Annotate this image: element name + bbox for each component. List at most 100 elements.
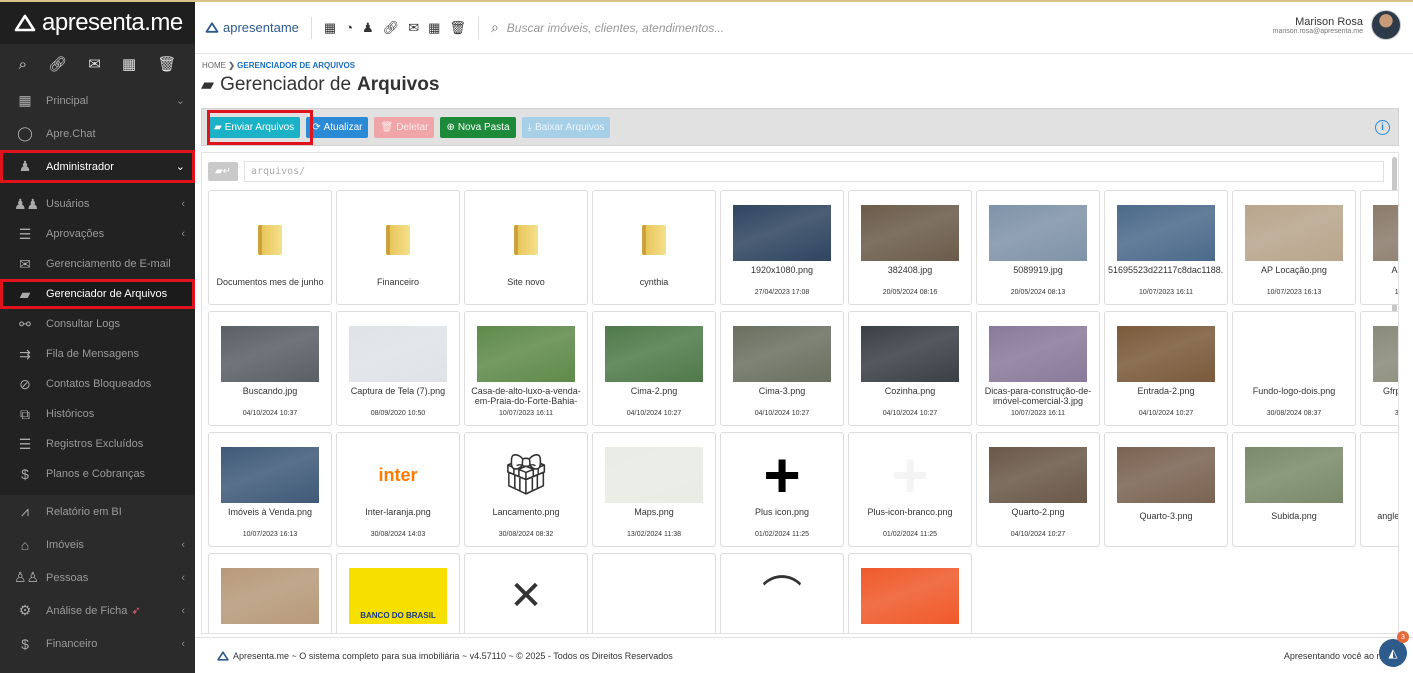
sidebar-item-usuarios[interactable]: ♟♟ Usuários ‹ (0, 189, 195, 219)
file-tile[interactable]: Entrada-2.png 04/10/2024 10:27 (1104, 311, 1228, 426)
brand-logo[interactable]: apresenta.me (0, 0, 195, 44)
file-tile[interactable]: inter Inter-laranja.png 30/08/2024 14:03 (336, 432, 460, 547)
file-tile[interactable]: GfrpVrxxWumM.jpg 30/08/2024 08:30 (1360, 311, 1399, 426)
folder-tile[interactable]: Site novo (464, 190, 588, 305)
file-tile[interactable]: 5089919.jpg 20/05/2024 08:13 (976, 190, 1100, 305)
file-tile[interactable]: AP Locação.png 10/07/2023 16:13 (1232, 190, 1356, 305)
avatar[interactable] (1371, 10, 1401, 40)
folder-icon: ▰ (19, 285, 31, 302)
file-tile[interactable]: Buscando.jpg 04/10/2024 10:37 (208, 311, 332, 426)
file-tile[interactable]: 382408.jpg 20/05/2024 08:16 (848, 190, 972, 305)
topbar-brand[interactable]: apresentame (205, 20, 299, 35)
file-tile[interactable]: 1920x1080.png 27/04/2023 17:08 (720, 190, 844, 305)
file-tile[interactable]: Quarto-3.png (1104, 432, 1228, 547)
folder-tile[interactable]: Financeiro (336, 190, 460, 305)
sidebar-item-administrador[interactable]: ♟ Administrador ⌄ (0, 150, 195, 183)
file-tile[interactable]: + Plus icon.png 01/02/2024 11:25 (720, 432, 844, 547)
file-tile[interactable]: bradesco site.png (592, 553, 716, 633)
file-tile[interactable]: + Plus-icon-branco.png 01/02/2024 11:25 (848, 432, 972, 547)
file-thumbnail: ⌒ (762, 574, 802, 618)
sidebar-item-financeiro[interactable]: $ Financeiro ‹ (0, 627, 195, 660)
file-thumbnail (1117, 447, 1215, 503)
file-tile[interactable]: brilhantes-cores-quentes-em- (848, 553, 972, 633)
page-title-bold: Arquivos (357, 74, 440, 95)
new-folder-button[interactable]: ⊕ Nova Pasta (440, 116, 516, 138)
sidebar-item-bi[interactable]: ⩘ Relatório em BI (0, 495, 195, 528)
users-icon: ♟♟ (14, 195, 40, 212)
search-bar[interactable]: ⌕ Buscar imóveis, clientes, atendimentos… (491, 19, 724, 36)
download-files-button[interactable]: ⤓ Baixar Arquivos (521, 116, 611, 138)
file-date: 13/02/2024 11:38 (627, 531, 681, 538)
link-icon[interactable]: 🔗︎ (383, 20, 400, 36)
file-tile[interactable]: Dicas-para-construção-de-imóvel-comercia… (976, 311, 1100, 426)
file-tile[interactable]: Quarto-2.png 04/10/2024 10:27 (976, 432, 1100, 547)
sidebar-item-analise[interactable]: ⚙ Análise de Ficha ➶ ‹ (0, 594, 195, 627)
file-name: AP a venda.jpg (1391, 265, 1398, 275)
user-menu[interactable]: Marison Rosa marison.rosa@apresenta.me (1273, 10, 1401, 40)
file-name: Buscando.jpg (242, 386, 298, 396)
file-date: 04/10/2024 10:27 (1138, 410, 1194, 417)
calendar-icon[interactable]: ▦ (428, 20, 440, 36)
search-input[interactable]: Buscar imóveis, clientes, atendimentos..… (507, 21, 724, 35)
file-tile[interactable]: Captura de Tela (7).png 08/09/2020 10:50 (336, 311, 460, 426)
sidebar-item-aprovacoes[interactable]: ☰ Aprovações ‹ (0, 219, 195, 249)
sidebar-item-imoveis[interactable]: ⌂ Imóveis ‹ (0, 528, 195, 561)
mail-icon[interactable]: ✉ (408, 20, 419, 36)
file-tile[interactable]: AP a venda.jpg 10/07/2023 16:21 (1360, 190, 1398, 305)
chart-icon: ⩘ (21, 503, 29, 519)
file-name: GfrpVrxxWumM.jpg (1382, 386, 1399, 396)
file-tile[interactable]: Cima-2.png 04/10/2024 10:27 (592, 311, 716, 426)
file-tile[interactable]: Fundo-logo-dois.png 30/08/2024 08:37 (1232, 311, 1356, 426)
sidebar-item-label: Principal (46, 94, 89, 107)
calendar-icon[interactable]: ▦ (122, 55, 136, 73)
file-tile[interactable]: Casa-de-alto-luxo-a-venda-em-Praia-do-Fo… (464, 311, 588, 426)
chevron-left-icon: ‹ (181, 538, 185, 551)
file-tile[interactable]: Cima-3.png 04/10/2024 10:27 (720, 311, 844, 426)
search-icon[interactable]: ⌕ (19, 56, 27, 73)
sidebar-item-label: Gerenciador de Arquivos (46, 288, 168, 300)
sidebar-item-email[interactable]: ✉ Gerenciamento de E-mail (0, 249, 195, 279)
sidebar-item-gerenciador-arquivos[interactable]: ▰ Gerenciador de Arquivos (0, 279, 195, 309)
info-icon[interactable]: i (1375, 119, 1390, 135)
path-input[interactable]: arquivos/ (244, 160, 1384, 182)
sidebar-item-bloqueados[interactable]: ⊘ Contatos Bloqueados (0, 369, 195, 399)
sidebar-item-logs[interactable]: ⚯ Consultar Logs (0, 309, 195, 339)
file-tile[interactable]: 🎁︎ Lancamento.png 30/08/2024 08:32 (464, 432, 588, 547)
file-thumbnail (1245, 447, 1343, 503)
grid-icon[interactable]: ▦ (324, 20, 336, 36)
file-tile[interactable]: Cozinha.png 04/10/2024 10:27 (848, 311, 972, 426)
folder-tile[interactable]: cynthia (592, 190, 716, 305)
refresh-button[interactable]: ⟳ Atualizar (306, 116, 369, 138)
folder-tile[interactable]: Documentos mes de junho (208, 190, 332, 305)
sidebar-item-fila[interactable]: ⇉ Fila de Mensagens (0, 339, 195, 369)
sidebar-item-planos[interactable]: $ Planos e Cobranças (0, 459, 195, 489)
users-icon[interactable]: ♟ (362, 20, 374, 36)
sidebar-item-pessoas[interactable]: ♙♙ Pessoas ‹ (0, 561, 195, 594)
folder-up-button[interactable]: ▰↵ (208, 161, 238, 181)
file-tile[interactable]: ⌄ angle-arrow-down.png (1360, 432, 1398, 547)
file-tile[interactable]: Subida.png (1232, 432, 1356, 547)
sidebar-item-excluidos[interactable]: ☰ Registros Excluídos (0, 429, 195, 459)
file-tile[interactable]: 51695523d22117c8dac1188... 10/07/2023 16:… (1104, 190, 1228, 305)
mail-icon[interactable]: ✉ (88, 55, 101, 73)
sidebar-item-aprechat[interactable]: ◯ Apre.Chat (0, 117, 195, 150)
sidebar-item-historicos[interactable]: ⧉ Históricos (0, 399, 195, 429)
file-date: 04/10/2024 10:27 (754, 410, 810, 417)
file-tile[interactable]: anuncie-seu-imovel.png (208, 553, 332, 633)
folder-open-icon: ▰ (201, 75, 215, 94)
file-tile[interactable]: Maps.png 13/02/2024 11:38 (592, 432, 716, 547)
path-bar: ▰↵ arquivos/ (202, 158, 1398, 184)
file-tile[interactable]: BANCO DO BRASIL bb site.png (336, 553, 460, 633)
file-tile[interactable]: Imóveis à Venda.png 10/07/2023 16:13 (208, 432, 332, 547)
chat-icon[interactable]: ◔ (345, 20, 353, 36)
trash-icon[interactable]: 🗑︎ (157, 55, 176, 73)
breadcrumb-home[interactable]: HOME (202, 61, 226, 70)
file-tile[interactable]: ⌒ bradesco.png (720, 553, 844, 633)
list-icon: ☰ (18, 225, 32, 242)
trash-icon[interactable]: 🗑︎ (449, 20, 466, 36)
help-chat-button[interactable]: ◭ (1379, 639, 1407, 667)
sidebar-item-principal[interactable]: ▦ Principal ⌄ (0, 84, 195, 117)
file-tile[interactable]: ✕ bb.png (464, 553, 588, 633)
delete-button[interactable]: 🗑︎ Deletar (374, 116, 435, 138)
link-icon[interactable]: 🔗︎ (48, 55, 67, 73)
